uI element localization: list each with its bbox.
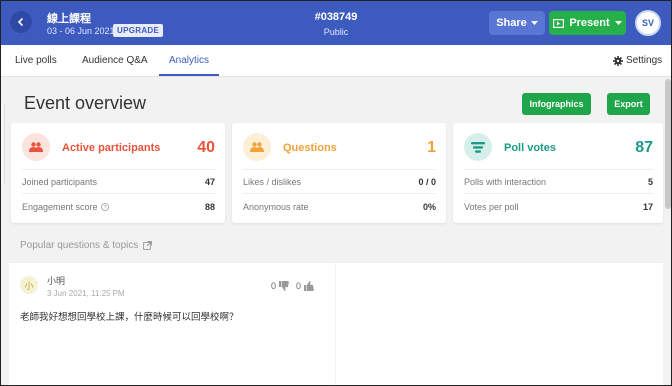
card-label: Poll votes	[504, 142, 556, 154]
people-icon	[22, 133, 50, 161]
stat-card-questions: Questions 1 Likes / dislikes 0 / 0 Anony…	[232, 123, 446, 223]
side-handle[interactable]	[1, 105, 5, 185]
card-row: Polls with interaction 5	[464, 169, 653, 194]
thumbs-up-icon[interactable]	[304, 281, 314, 291]
popular-questions-heading: Popular questions & topics	[20, 240, 153, 251]
card-value: 87	[635, 139, 653, 156]
user-avatar[interactable]: SV	[635, 10, 661, 36]
app-window: 線上課程 03 - 06 Jun 2021 UPGRADE #038749 Pu…	[0, 0, 672, 386]
poll-icon	[464, 133, 492, 161]
caret-down-icon	[530, 20, 538, 25]
question-card: 小 小明 3 Jun 2021, 11:25 PM 0 0 老師我好想想回學校上…	[9, 263, 335, 385]
card-label: Questions	[283, 142, 337, 154]
tab-live-polls[interactable]: Live polls	[15, 45, 57, 76]
like-count: 0	[296, 281, 302, 291]
infographics-button[interactable]: Infographics	[522, 93, 591, 115]
question-time: 3 Jun 2021, 11:25 PM	[47, 289, 125, 298]
question-text: 老師我好想想回學校上課，什麼時候可以回學校啊？	[20, 312, 239, 323]
settings-button[interactable]: Settings	[613, 45, 662, 76]
stat-card-poll-votes: Poll votes 87 Polls with interaction 5 V…	[453, 123, 663, 223]
present-button[interactable]: Present	[549, 11, 626, 35]
present-label: Present	[569, 17, 610, 29]
row-label-wrap: Engagement score ?	[22, 202, 109, 212]
row-value: 0 / 0	[418, 176, 436, 187]
top-bar: 線上課程 03 - 06 Jun 2021 UPGRADE #038749 Pu…	[1, 1, 671, 45]
share-button[interactable]: Share	[489, 11, 545, 35]
card-row: Engagement score ? 88	[22, 194, 215, 219]
row-label: Votes per poll	[464, 201, 519, 212]
card-value: 1	[427, 139, 436, 156]
thumbs-down-icon[interactable]	[279, 281, 289, 291]
page-title: Event overview	[24, 93, 147, 113]
row-label: Anonymous rate	[243, 201, 309, 212]
popular-title: Popular questions & topics	[20, 240, 139, 251]
svg-text:?: ?	[103, 205, 106, 211]
card-value: 40	[197, 139, 215, 156]
people-icon	[243, 133, 271, 161]
question-author: 小明	[47, 276, 66, 286]
row-value: 47	[204, 176, 215, 187]
row-label: Engagement score	[22, 201, 98, 212]
scrollbar[interactable]	[665, 79, 671, 209]
card-row: Likes / dislikes 0 / 0	[243, 169, 436, 194]
dislike-count: 0	[271, 281, 277, 291]
row-label: Polls with interaction	[464, 176, 547, 187]
analytics-content: Event overview Infographics Export Activ…	[9, 77, 663, 385]
help-icon[interactable]: ?	[100, 202, 109, 211]
gear-icon	[613, 55, 623, 66]
settings-label: Settings	[626, 55, 663, 66]
row-value: 0%	[422, 201, 436, 212]
topics-panel	[336, 263, 663, 385]
row-value: 88	[204, 201, 215, 212]
card-row: Anonymous rate 0%	[243, 194, 436, 219]
share-label: Share	[496, 17, 527, 29]
row-value: 5	[647, 176, 653, 187]
question-avatar: 小	[20, 276, 38, 294]
row-label: Joined participants	[22, 176, 98, 187]
card-row: Votes per poll 17	[464, 194, 653, 219]
present-icon	[553, 18, 565, 28]
export-button[interactable]: Export	[607, 93, 650, 115]
card-label: Active participants	[62, 142, 161, 154]
question-votes: 0 0	[271, 281, 314, 291]
tab-analytics[interactable]: Analytics	[159, 45, 220, 76]
card-row: Joined participants 47	[22, 169, 215, 194]
row-label: Likes / dislikes	[243, 176, 302, 187]
tab-audience-qa[interactable]: Audience Q&A	[82, 45, 148, 76]
row-value: 17	[642, 201, 653, 212]
caret-down-icon	[614, 20, 622, 25]
tab-bar: Live polls Audience Q&A Analytics Settin…	[1, 45, 671, 77]
stat-card-active-participants: Active participants 40 Joined participan…	[11, 123, 225, 223]
external-link-icon[interactable]	[143, 241, 153, 250]
